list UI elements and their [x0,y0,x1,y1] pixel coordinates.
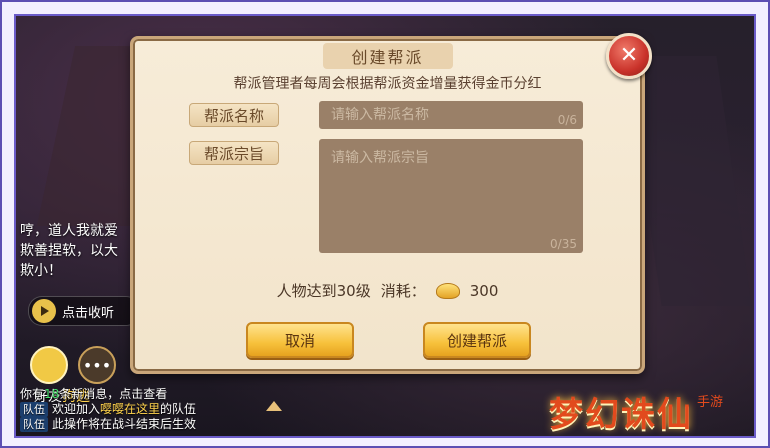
logo-text: 梦幻诛仙 [548,395,693,435]
level-requirement: 人物达到30级 [276,282,371,300]
speech-line: 欺小！ [20,263,62,279]
speech-line: 欺善捏软，以大 [20,243,118,259]
play-icon [32,299,56,323]
cancel-button[interactable]: 取消 [246,322,354,358]
guild-name-input[interactable] [319,101,583,129]
screen-frame: 哼，道人我就爱 欺善捏软，以大 欺小！ 点击收听 ••• 好友狗逃 你有18条新… [0,0,770,448]
log-highlight: 18 [44,387,60,401]
voice-label: 点击收听 [62,305,115,321]
game-logo: 梦幻诛仙 手游 [526,376,746,436]
guild-aim-label: 帮派宗旨 [189,141,279,165]
gold-ingot-icon [435,282,460,299]
log-line: 队伍 欢迎加入嘤嘤在这里的队伍 [20,402,270,417]
log-text: 你有 [20,387,45,401]
cost-label: 消耗： [380,282,426,300]
create-guild-dialog: 创建帮派 ✕ 帮派管理者每周会根据帮派资金增量获得金币分红 帮派名称 0/6 帮… [130,33,652,374]
log-text: 欢迎加入 [52,402,101,416]
game-viewport: 哼，道人我就爱 欺善捏软，以大 欺小！ 点击收听 ••• 好友狗逃 你有18条新… [14,14,756,438]
speech-line: 哼，道人我就爱 [20,223,118,239]
log-line[interactable]: 你有18条新消息，点击查看 [20,387,270,402]
log-text: 的队伍 [160,402,197,416]
log-text: 此操作将在战斗结束后生效 [52,417,197,431]
cost-value: 300 [469,281,499,300]
create-guild-button[interactable]: 创建帮派 [423,322,531,358]
dialog-title: 创建帮派 [322,43,453,69]
team-tag: 队伍 [20,402,48,417]
message-log: 你有18条新消息，点击查看 队伍 欢迎加入嘤嘤在这里的队伍 队伍 此操作将在战斗结束… [20,387,270,432]
close-icon: ✕ [619,43,639,68]
emoji-icon[interactable] [30,346,68,384]
name-char-counter: 0/6 [557,113,577,127]
log-line: 队伍 此操作将在战斗结束后生效 [20,417,270,432]
guild-aim-input[interactable] [319,139,583,253]
dividend-notice: 帮派管理者每周会根据帮派资金增量获得金币分红 [233,76,542,92]
voice-play-button[interactable]: 点击收听 [28,296,140,326]
guild-name-field[interactable]: 0/6 [319,101,583,129]
log-text: 条新消息，点击查看 [59,387,168,401]
chat-bubble-icon[interactable]: ••• [78,346,116,384]
aim-char-counter: 0/35 [550,237,577,251]
team-tag: 队伍 [20,417,48,432]
log-highlight: 嘤嘤在这里 [100,402,161,416]
guild-aim-field[interactable]: 0/35 [319,139,583,253]
guild-name-label: 帮派名称 [189,103,279,127]
requirement-row: 人物达到30级 消耗： 300 [133,280,642,301]
chat-shortcuts: ••• [30,346,116,384]
logo-subtitle: 手游 [696,395,723,410]
npc-speech: 哼，道人我就爱 欺善捏软，以大 欺小！ [20,221,140,281]
